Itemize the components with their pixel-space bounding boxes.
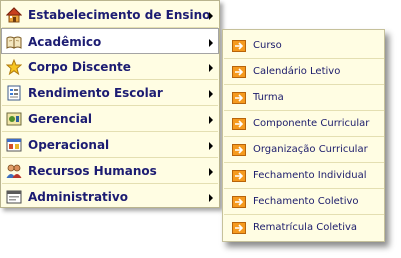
- open-book-icon: [6, 36, 22, 49]
- submenu-item-curso[interactable]: Curso: [224, 33, 384, 59]
- submenu-item-organizacao-curricular[interactable]: Organização Curricular: [224, 137, 384, 163]
- submenu-arrow-icon: [209, 168, 213, 176]
- people-icon: [6, 164, 22, 178]
- menu-item-rendimento-escolar[interactable]: Rendimento Escolar: [2, 80, 218, 106]
- menu-item-academico[interactable]: Acadêmico: [1, 28, 219, 54]
- menu-stage: Estabelecimento de Ensino Acadêmico Corp…: [0, 0, 401, 258]
- menu-item-label: Operacional: [28, 138, 110, 152]
- submenu-arrow-icon: [209, 142, 213, 150]
- academico-submenu: Curso Calendário Letivo Turma Componente…: [222, 29, 385, 242]
- submenu-arrow-icon: [209, 12, 213, 20]
- submenu-item-label: Turma: [253, 92, 284, 103]
- submenu-item-label: Fechamento Individual: [253, 170, 367, 181]
- orange-arrow-icon: [232, 118, 246, 130]
- orange-arrow-icon: [232, 144, 246, 156]
- menu-item-corpo-discente[interactable]: Corpo Discente: [2, 54, 218, 80]
- orange-arrow-icon: [232, 92, 246, 104]
- submenu-item-label: Rematrícula Coletiva: [253, 222, 358, 233]
- menu-item-label: Recursos Humanos: [28, 164, 157, 178]
- report-card-icon: [7, 85, 21, 101]
- submenu-item-turma[interactable]: Turma: [224, 85, 384, 111]
- submenu-arrow-icon: [209, 90, 213, 98]
- school-house-icon: [6, 7, 22, 23]
- submenu-item-fechamento-coletivo[interactable]: Fechamento Coletivo: [224, 189, 384, 215]
- orange-arrow-icon: [232, 66, 246, 78]
- menu-item-gerencial[interactable]: Gerencial: [2, 106, 218, 132]
- management-icon: [6, 112, 22, 126]
- submenu-item-label: Componente Curricular: [253, 118, 370, 129]
- submenu-item-label: Fechamento Coletivo: [253, 196, 359, 207]
- submenu-arrow-icon: [209, 194, 213, 202]
- orange-arrow-icon: [232, 40, 246, 52]
- menu-item-label: Estabelecimento de Ensino: [28, 8, 211, 22]
- main-menu: Estabelecimento de Ensino Acadêmico Corp…: [0, 0, 220, 208]
- submenu-arrow-icon: [209, 116, 213, 124]
- orange-arrow-icon: [232, 222, 246, 234]
- orange-arrow-icon: [232, 170, 246, 182]
- menu-item-label: Gerencial: [28, 112, 93, 126]
- submenu-item-calendario-letivo[interactable]: Calendário Letivo: [224, 59, 384, 85]
- submenu-arrow-icon: [209, 39, 213, 47]
- submenu-arrow-icon: [209, 64, 213, 72]
- menu-item-label: Rendimento Escolar: [28, 86, 163, 100]
- submenu-item-label: Calendário Letivo: [253, 66, 341, 77]
- submenu-item-componente-curricular[interactable]: Componente Curricular: [224, 111, 384, 137]
- menu-item-recursos-humanos[interactable]: Recursos Humanos: [2, 158, 218, 184]
- submenu-item-fechamento-individual[interactable]: Fechamento Individual: [224, 163, 384, 189]
- submenu-item-label: Curso: [253, 40, 282, 51]
- submenu-item-label: Organização Curricular: [253, 144, 368, 155]
- orange-arrow-icon: [232, 196, 246, 208]
- menu-item-label: Acadêmico: [28, 35, 102, 49]
- menu-item-label: Administrativo: [28, 190, 128, 204]
- menu-item-label: Corpo Discente: [28, 60, 131, 74]
- menu-item-administrativo[interactable]: Administrativo: [2, 184, 218, 210]
- star-icon: [6, 59, 22, 75]
- admin-window-icon: [6, 190, 22, 204]
- menu-item-estabelecimento-de-ensino[interactable]: Estabelecimento de Ensino: [2, 2, 218, 28]
- submenu-item-rematricula-coletiva[interactable]: Rematrícula Coletiva: [224, 215, 384, 241]
- menu-item-operacional[interactable]: Operacional: [2, 132, 218, 158]
- operations-icon: [6, 138, 22, 152]
